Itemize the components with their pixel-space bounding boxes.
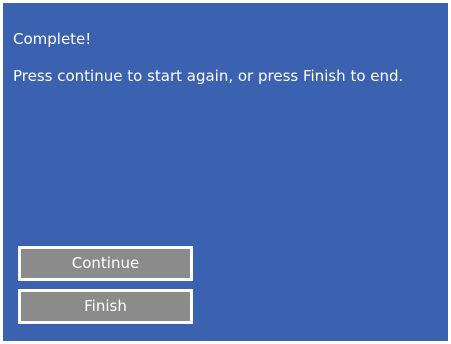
finish-button[interactable]: Finish	[18, 289, 193, 324]
continue-button[interactable]: Continue	[18, 246, 193, 281]
continue-button-label: Continue	[71, 254, 140, 272]
completion-heading: Complete!	[13, 30, 92, 48]
completion-screen: Complete! Press continue to start again,…	[3, 3, 448, 341]
instruction-message: Press continue to start again, or press …	[13, 67, 404, 85]
finish-button-label: Finish	[84, 297, 127, 315]
